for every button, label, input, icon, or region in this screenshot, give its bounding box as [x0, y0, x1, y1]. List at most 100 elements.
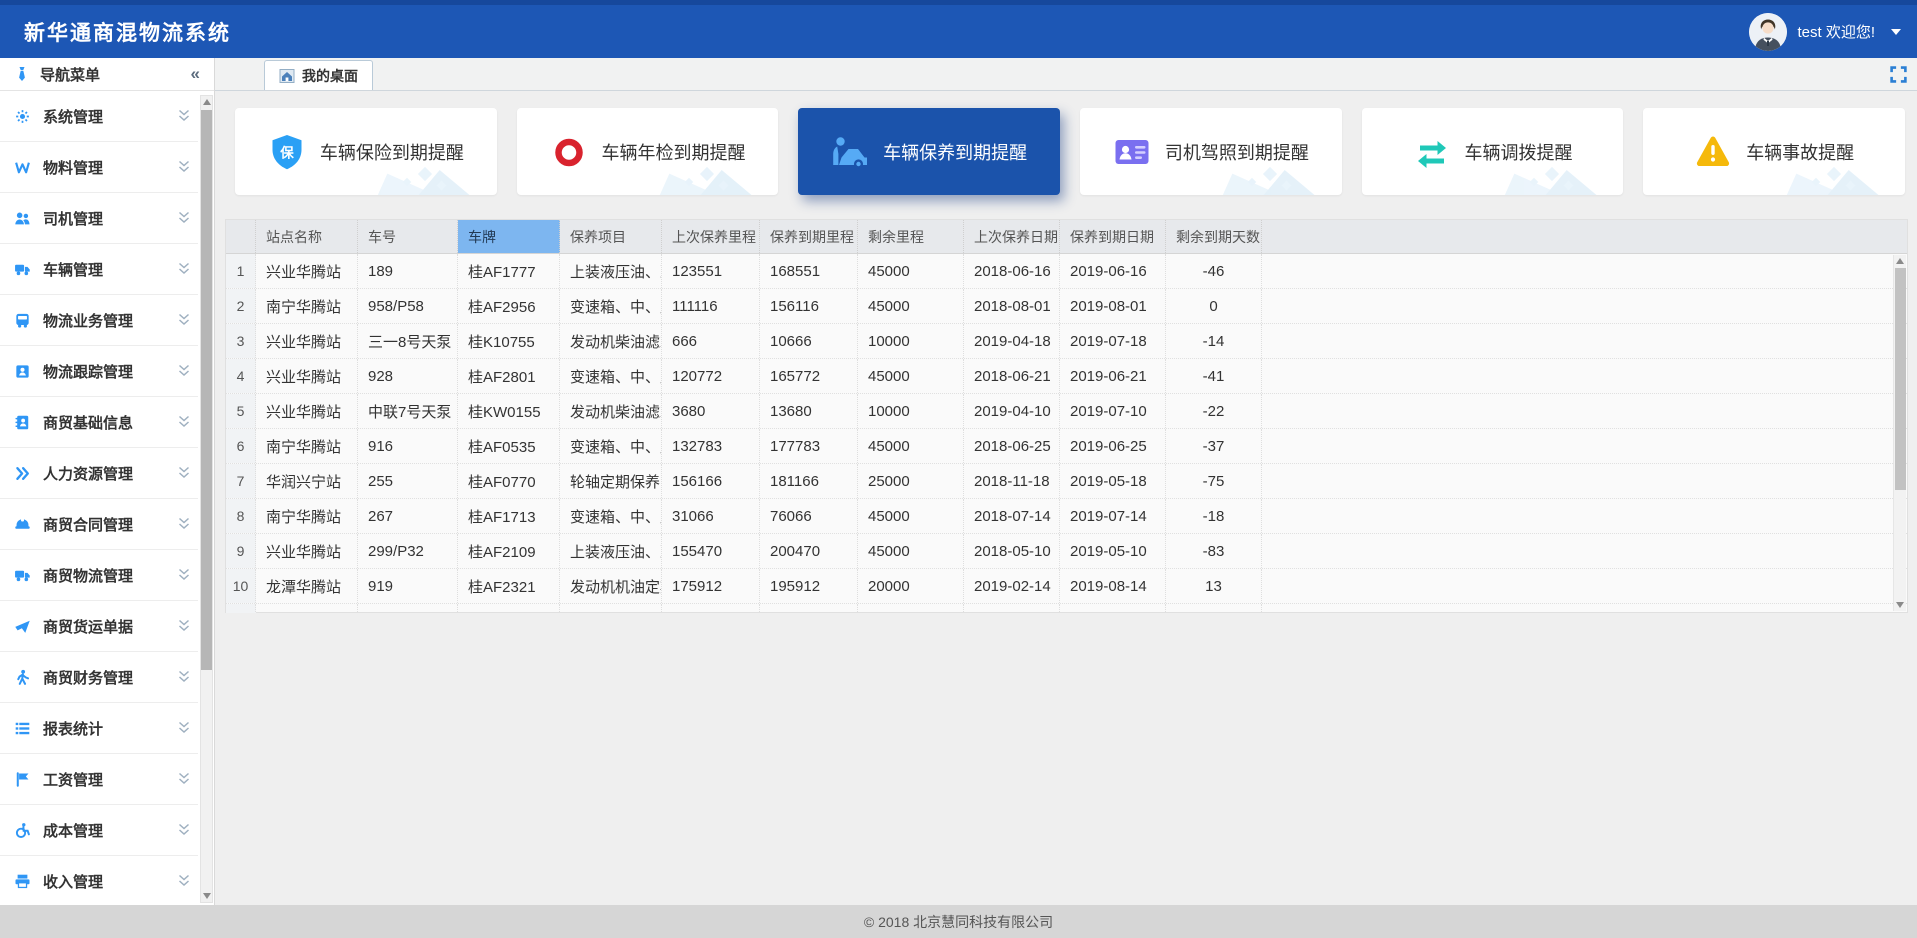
column-header-上次保养里程[interactable]: 上次保养里程	[662, 220, 760, 253]
card-driver-license-reminder[interactable]: 司机驾照到期提醒	[1080, 108, 1342, 195]
table-cell: 123551	[662, 254, 760, 288]
truck-icon	[14, 567, 31, 584]
table-row[interactable]: 3兴业华腾站三一8号天泵桂K10755发动机柴油滤芯66610666100002…	[226, 324, 1907, 359]
transfer-icon	[1413, 133, 1451, 171]
sidebar-item-income-management[interactable]: 收入管理	[0, 856, 198, 905]
scroll-up-icon[interactable]	[203, 99, 211, 105]
fullscreen-icon[interactable]	[1889, 65, 1908, 84]
sidebar-item-trade-freight-docs[interactable]: 商贸货运单据	[0, 601, 198, 652]
card-vehicle-insurance-reminder[interactable]: 保 车辆保险到期提醒	[235, 108, 497, 195]
table-scrollbar[interactable]	[1893, 255, 1906, 611]
table-row[interactable]: 10龙潭华腾站919桂AF2321发动机机油定期1759121959122000…	[226, 569, 1907, 604]
sidebar-item-trade-finance[interactable]: 商贸财务管理	[0, 652, 198, 703]
sidebar-item-logistics-tracking[interactable]: 物流跟踪管理	[0, 346, 198, 397]
scroll-up-icon[interactable]	[1896, 258, 1904, 264]
sidebar-collapse-button[interactable]: «	[191, 64, 200, 84]
tab-bar: 我的桌面	[215, 58, 1917, 91]
column-header-车号[interactable]: 车号	[358, 220, 458, 253]
sidebar-item-label: 收入管理	[43, 871, 164, 892]
sidebar-scrollbar-thumb[interactable]	[201, 110, 212, 670]
table-cell: 10000	[858, 394, 964, 428]
sidebar-item-human-resources[interactable]: 人力资源管理	[0, 448, 198, 499]
tab-my-desktop[interactable]: 我的桌面	[264, 60, 373, 90]
sidebar-item-trade-basic-info[interactable]: 商贸基础信息	[0, 397, 198, 448]
warning-icon	[1694, 133, 1732, 171]
sidebar-item-system-management[interactable]: 系统管理	[0, 91, 198, 142]
table-row[interactable]: 6南宁华腾站916桂AF0535变速箱、中、后13278317778345000…	[226, 429, 1907, 464]
sidebar-item-trade-contract[interactable]: 商贸合同管理	[0, 499, 198, 550]
sidebar-item-label: 商贸基础信息	[43, 412, 164, 433]
sidebar-item-report-statistics[interactable]: 报表统计	[0, 703, 198, 754]
row-number-cell: 2	[226, 289, 256, 323]
table-cell: 兴业华腾站	[256, 534, 358, 568]
table-cell: 中联7号天泵	[358, 394, 458, 428]
sidebar-item-cost-management[interactable]: 成本管理	[0, 805, 198, 856]
table-row[interactable]: 5兴业华腾站中联7号天泵桂KW0155发动机柴油滤芯36801368010000…	[226, 394, 1907, 429]
column-header-站点名称[interactable]: 站点名称	[256, 220, 358, 253]
scroll-down-icon[interactable]	[203, 893, 211, 899]
flag-icon	[14, 771, 31, 788]
sidebar-item-vehicle-management[interactable]: 车辆管理	[0, 244, 198, 295]
column-header-上次保养日期[interactable]: 上次保养日期	[964, 220, 1060, 253]
row-number-cell: 1	[226, 254, 256, 288]
table-cell: 兴业华腾站	[256, 359, 358, 393]
card-vehicle-accident-reminder[interactable]: 车辆事故提醒	[1643, 108, 1905, 195]
sidebar-item-label: 成本管理	[43, 820, 164, 841]
table-cell-filler	[1262, 604, 1907, 613]
table-cell: 3680	[662, 394, 760, 428]
column-header-保养到期里程[interactable]: 保养到期里程	[760, 220, 858, 253]
table-row[interactable]: 11龙潭华腾站278桂AF1735轮轴定期保养16559319059325000…	[226, 604, 1907, 613]
column-header-filler[interactable]	[1262, 220, 1907, 253]
sidebar-item-material-management[interactable]: 物料管理	[0, 142, 198, 193]
table-cell: 发动机柴油滤芯	[560, 394, 662, 428]
table-row[interactable]: 8南宁华腾站267桂AF1713变速箱、中、后31066760664500020…	[226, 499, 1907, 534]
card-vehicle-maintenance-reminder[interactable]: 车辆保养到期提醒	[798, 108, 1060, 195]
column-header-剩余到期天数[interactable]: 剩余到期天数	[1166, 220, 1262, 253]
table-row[interactable]: 4兴业华腾站928桂AF2801变速箱、中、后12077216577245000…	[226, 359, 1907, 394]
table-row[interactable]: 1兴业华腾站189桂AF1777上装液压油、减12355116855145000…	[226, 254, 1907, 289]
card-label: 车辆保险到期提醒	[320, 139, 464, 165]
user-menu[interactable]: test 欢迎您!	[1749, 13, 1901, 51]
table-row[interactable]: 7华润兴宁站255桂AF0770轮轴定期保养156166181166250002…	[226, 464, 1907, 499]
column-header-车牌[interactable]: 车牌	[458, 220, 560, 253]
sidebar-menu: 系统管理 物料管理 司机管理 车辆管理 物流业务管理 物流跟踪管理	[0, 91, 198, 905]
card-label: 车辆年检到期提醒	[602, 139, 746, 165]
table-cell: 120772	[662, 359, 760, 393]
chevron-double-down-icon	[176, 364, 192, 378]
card-vehicle-inspection-reminder[interactable]: 车辆年检到期提醒	[517, 108, 779, 195]
table-row[interactable]: 2南宁华腾站958/P58桂AF2956变速箱、中、后1111161561164…	[226, 289, 1907, 324]
bus-icon	[14, 312, 31, 329]
scroll-down-icon[interactable]	[1896, 602, 1904, 608]
card-vehicle-transfer-reminder[interactable]: 车辆调拨提醒	[1362, 108, 1624, 195]
column-header-保养到期日期[interactable]: 保养到期日期	[1060, 220, 1166, 253]
sidebar-item-logistics-business[interactable]: 物流业务管理	[0, 295, 198, 346]
list-icon	[14, 720, 31, 737]
table-cell: 2019-07-10	[1060, 394, 1166, 428]
table-cell: 2018-06-25	[964, 429, 1060, 463]
column-header-row-number[interactable]	[226, 220, 256, 253]
sidebar-item-salary-management[interactable]: 工资管理	[0, 754, 198, 805]
table-cell: 156166	[662, 464, 760, 498]
table-cell: 168551	[760, 254, 858, 288]
table-row[interactable]: 9兴业华腾站299/P32桂AF2109上装液压油、减1554702004704…	[226, 534, 1907, 569]
sidebar-item-driver-management[interactable]: 司机管理	[0, 193, 198, 244]
gear-icon	[14, 108, 31, 125]
table-cell: -57	[1166, 604, 1262, 613]
sidebar-item-label: 司机管理	[43, 208, 164, 229]
table-scrollbar-thumb[interactable]	[1895, 268, 1906, 490]
sidebar-item-label: 车辆管理	[43, 259, 164, 280]
table-cell: 2018-12-05	[964, 604, 1060, 613]
table-cell: 2019-06-05	[1060, 604, 1166, 613]
column-header-剩余里程[interactable]: 剩余里程	[858, 220, 964, 253]
sidebar-scrollbar[interactable]	[200, 95, 213, 903]
nav-menu-icon	[14, 66, 30, 82]
chevron-double-down-icon	[176, 109, 192, 123]
maintenance-table: 站点名称车号车牌保养项目上次保养里程保养到期里程剩余里程上次保养日期保养到期日期…	[225, 219, 1908, 613]
footer: © 2018 北京慧同科技有限公司	[0, 905, 1917, 938]
sidebar-item-trade-logistics[interactable]: 商贸物流管理	[0, 550, 198, 601]
table-cell: 111116	[662, 289, 760, 323]
chevrons-icon	[14, 465, 31, 482]
table-cell: 轮轴定期保养	[560, 464, 662, 498]
column-header-保养项目[interactable]: 保养项目	[560, 220, 662, 253]
table-cell: 桂AF2109	[458, 534, 560, 568]
